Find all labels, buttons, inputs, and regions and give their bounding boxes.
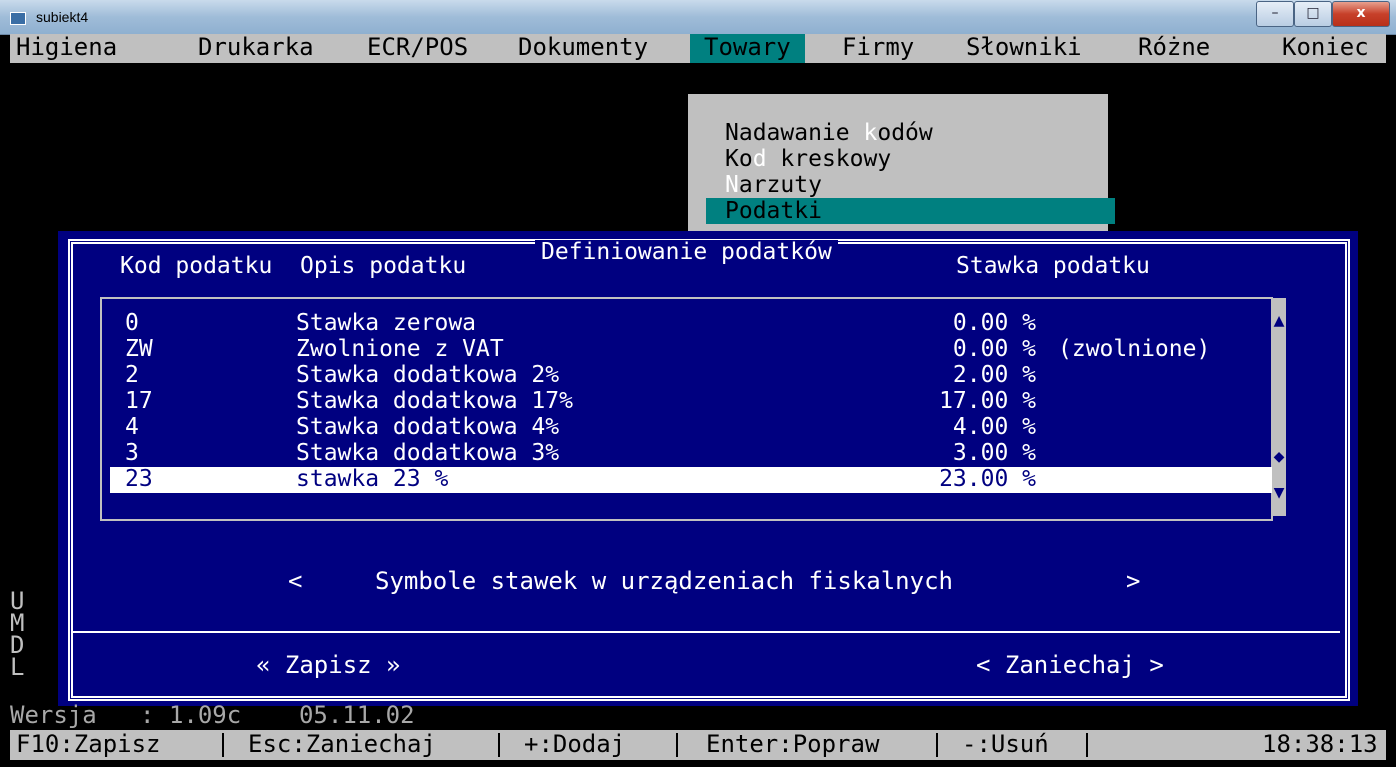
header-tax-description: Opis podatku <box>300 253 467 279</box>
table-row-selected[interactable]: 23 stawka 23 % 23.00 % <box>110 467 1272 493</box>
tax-code-cell: 0 <box>125 310 139 336</box>
tax-rate-cell: 0.00 % <box>952 310 1036 336</box>
tax-code-cell: ZW <box>125 336 153 362</box>
scroll-thumb-icon[interactable]: ◆ <box>1270 448 1288 466</box>
menu-higiena[interactable]: Higiena <box>16 34 117 63</box>
console-area: Higiena Drukarka ECR/POS Dokumenty Towar… <box>10 34 1386 761</box>
menu-item-nadawanie-kodow[interactable]: Nadawanie kodów <box>725 120 933 146</box>
hotkey-letter: k <box>863 120 878 146</box>
table-row[interactable]: 2 Stawka dodatkowa 2% 2.00 % <box>110 363 1272 389</box>
tax-code-cell: 17 <box>125 388 153 414</box>
tax-definition-dialog: Definiowanie podatków Kod podatku Opis p… <box>58 231 1358 706</box>
hotkey-letter: N <box>725 172 739 198</box>
item-label: arzuty <box>738 172 822 198</box>
tax-desc-cell: Stawka dodatkowa 17% <box>296 388 573 414</box>
table-row[interactable]: 17 Stawka dodatkowa 17% 17.00 % <box>110 389 1272 415</box>
menu-ecr-pos[interactable]: ECR/POS <box>367 34 468 63</box>
status-add[interactable]: +:Dodaj <box>524 730 625 760</box>
title-bar[interactable]: subiekt4 – □ x <box>0 0 1396 35</box>
status-separator <box>676 733 678 757</box>
close-button[interactable]: x <box>1332 1 1390 27</box>
dialog-title: Definiowanie podatków <box>535 240 838 264</box>
header-tax-code: Kod podatku <box>120 253 273 279</box>
menu-bar: Higiena Drukarka ECR/POS Dokumenty Towar… <box>10 34 1386 63</box>
tax-rate-cell: 4.00 % <box>952 414 1036 440</box>
status-separator <box>936 733 938 757</box>
status-delete[interactable]: -:Usuń <box>962 730 1049 760</box>
menu-rozne[interactable]: Różne <box>1138 34 1210 63</box>
table-row[interactable]: 4 Stawka dodatkowa 4% 4.00 % <box>110 415 1272 441</box>
scroll-up-arrow-icon[interactable]: ▲ <box>1270 312 1288 330</box>
menu-drukarka[interactable]: Drukarka <box>198 34 314 63</box>
item-label: Ko <box>725 146 753 172</box>
menu-koniec[interactable]: Koniec <box>1282 34 1369 63</box>
status-f10-save[interactable]: F10:Zapisz <box>16 730 161 760</box>
status-bar: F10:Zapisz Esc:Zaniechaj +:Dodaj Enter:P… <box>10 730 1386 760</box>
item-label: odów <box>877 120 933 146</box>
minimize-icon: – <box>1271 5 1279 21</box>
app-icon <box>10 12 26 25</box>
tax-rate-cell: 3.00 % <box>952 440 1036 466</box>
background-letters: U M D L <box>10 589 25 681</box>
tax-code-cell: 3 <box>125 440 139 466</box>
list-scrollbar[interactable]: ▲ ◆ ▼ <box>1272 298 1286 516</box>
maximize-icon: □ <box>1306 5 1320 21</box>
application-window: subiekt4 – □ x Higiena Drukarka ECR/POS … <box>0 0 1396 767</box>
menu-item-kod-kreskowy[interactable]: Kod kreskowy <box>725 146 891 172</box>
tax-code-cell: 4 <box>125 414 139 440</box>
menu-towary[interactable]: Towary <box>690 34 805 63</box>
tax-desc-cell: stawka 23 % <box>296 466 449 492</box>
tax-rate-cell: 23.00 % <box>939 466 1036 492</box>
tax-code-cell: 2 <box>125 362 139 388</box>
window-title: subiekt4 <box>36 9 89 25</box>
fiscal-symbols-button[interactable]: Symbole stawek w urządzeniach fiskalnych <box>375 567 953 595</box>
status-separator <box>222 733 224 757</box>
menu-item-narzuty[interactable]: Narzuty <box>725 172 822 198</box>
item-label: kreskowy <box>766 146 892 172</box>
tax-code-cell: 23 <box>125 466 153 492</box>
dialog-divider <box>73 631 1340 633</box>
menu-slowniki[interactable]: Słowniki <box>966 34 1082 63</box>
tax-rate-cell: 17.00 % <box>939 388 1036 414</box>
save-button[interactable]: « Zapisz » <box>256 651 401 679</box>
menu-dokumenty[interactable]: Dokumenty <box>518 34 648 63</box>
table-row[interactable]: ZW Zwolnione z VAT 0.00 % (zwolnione) <box>110 337 1272 363</box>
tax-desc-cell: Stawka dodatkowa 3% <box>296 440 560 466</box>
maximize-button[interactable]: □ <box>1294 1 1332 27</box>
cancel-button[interactable]: < Zaniechaj > <box>976 651 1164 679</box>
close-icon: x <box>1356 5 1366 21</box>
fiscal-prev-arrow[interactable]: < <box>288 567 302 595</box>
scroll-down-arrow-icon[interactable]: ▼ <box>1270 484 1288 502</box>
tax-rate-cell: 0.00 % <box>952 336 1036 362</box>
item-label: Nadawanie <box>725 120 864 146</box>
tax-desc-cell: Zwolnione z VAT <box>296 336 504 362</box>
tax-desc-cell: Stawka dodatkowa 2% <box>296 362 560 388</box>
status-separator <box>1086 733 1088 757</box>
status-esc-cancel[interactable]: Esc:Zaniechaj <box>248 730 436 760</box>
header-tax-rate: Stawka podatku <box>956 253 1150 279</box>
status-enter-edit[interactable]: Enter:Popraw <box>706 730 879 760</box>
towary-dropdown: Nadawanie kodów Kod kreskowy Narzuty Pod… <box>688 94 1115 244</box>
table-row[interactable]: 3 Stawka dodatkowa 3% 3.00 % <box>110 441 1272 467</box>
tax-desc-cell: Stawka dodatkowa 4% <box>296 414 560 440</box>
tax-list[interactable]: 0 Stawka zerowa 0.00 % ZW Zwolnione z VAT 0.… <box>100 297 1273 521</box>
hotkey-letter: d <box>752 146 767 172</box>
menu-item-podatki[interactable]: Podatki <box>706 198 1115 224</box>
tax-note-cell: (zwolnione) <box>1058 336 1211 362</box>
minimize-button[interactable]: – <box>1256 1 1294 27</box>
status-clock: 18:38:13 <box>1262 730 1378 758</box>
table-row[interactable]: 0 Stawka zerowa 0.00 % <box>110 311 1272 337</box>
menu-firmy[interactable]: Firmy <box>842 34 914 63</box>
status-separator <box>498 733 500 757</box>
tax-desc-cell: Stawka zerowa <box>296 310 477 336</box>
tax-rate-cell: 2.00 % <box>952 362 1036 388</box>
version-info: Wersja : 1.09c 05.11.02 <box>10 701 415 729</box>
fiscal-next-arrow[interactable]: > <box>1126 567 1140 595</box>
bg-letter: L <box>10 653 25 681</box>
